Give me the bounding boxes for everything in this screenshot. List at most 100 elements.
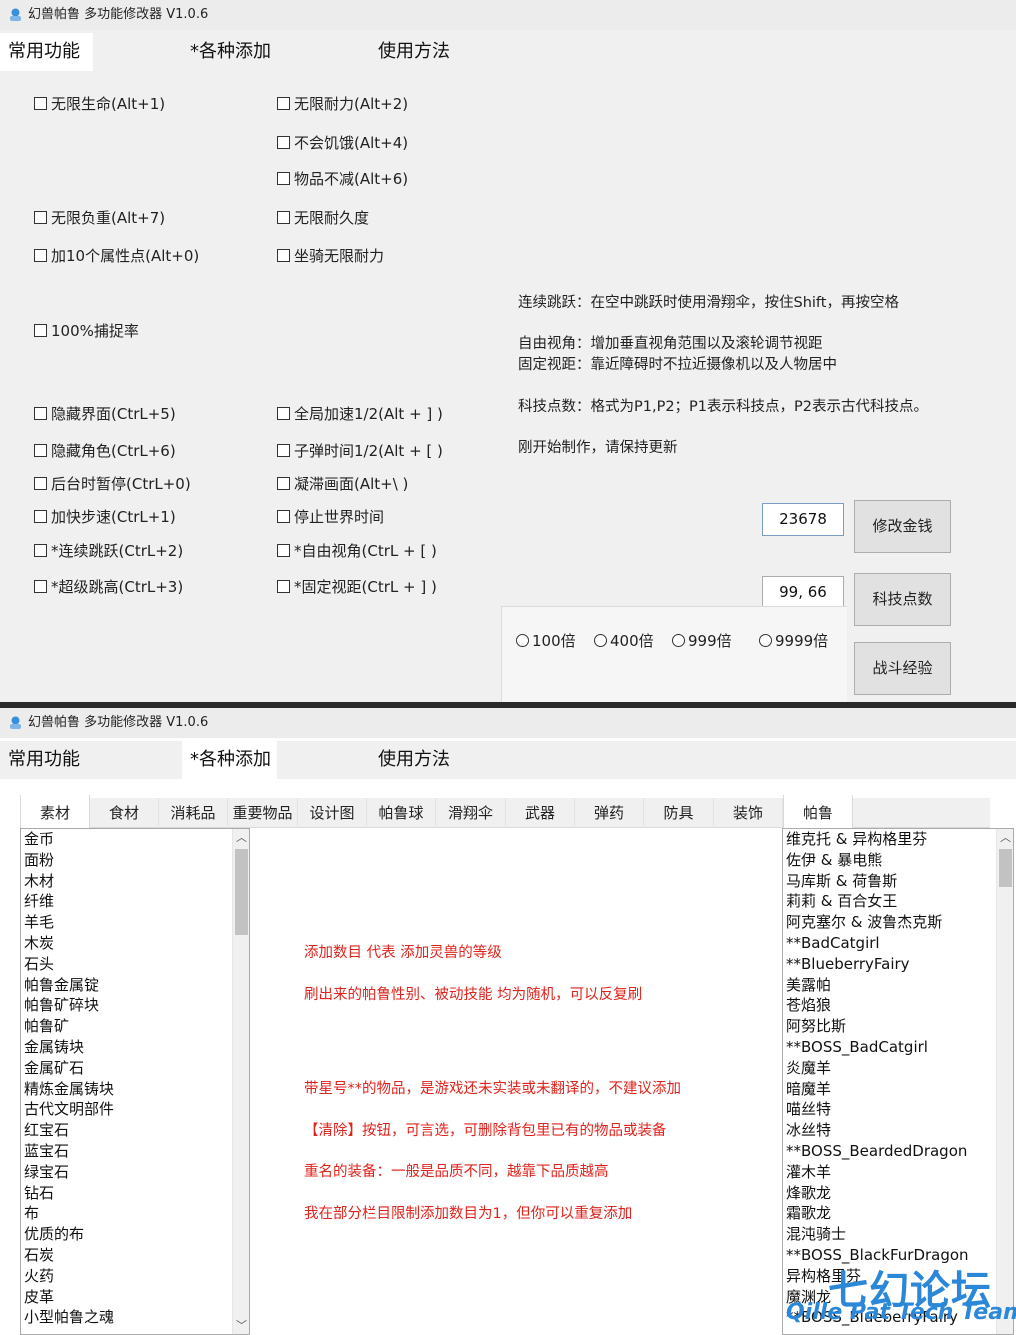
- list-item[interactable]: 皮革: [21, 1287, 249, 1308]
- list-item[interactable]: 羊毛: [21, 912, 249, 933]
- list-item[interactable]: 帕鲁矿: [21, 1016, 249, 1037]
- list-item[interactable]: 石头: [21, 954, 249, 975]
- items-no-decrease-checkbox[interactable]: 物品不减(Alt+6): [277, 170, 408, 188]
- subtab-armor[interactable]: 防具: [644, 798, 714, 828]
- capture-rate-checkbox[interactable]: 100%捕捉率: [34, 322, 139, 340]
- tech-points-button[interactable]: 科技点数: [854, 573, 951, 626]
- list-item[interactable]: **BlueberryFairy: [783, 954, 1013, 975]
- scroll-up-icon[interactable]: ︿: [233, 829, 249, 846]
- list-item[interactable]: 钻石: [21, 1183, 249, 1204]
- subtab-pals[interactable]: 帕鲁: [783, 795, 853, 829]
- tab-various-add[interactable]: *各种添加: [182, 741, 277, 779]
- battle-exp-button[interactable]: 战斗经验: [854, 642, 951, 695]
- add-attr-points-checkbox[interactable]: 加10个属性点(Alt+0): [34, 247, 199, 265]
- scroll-down-icon[interactable]: ﹀: [233, 1317, 249, 1334]
- list-item[interactable]: 布: [21, 1203, 249, 1224]
- multiplier-400-radio[interactable]: 400倍: [594, 632, 654, 650]
- bullet-time-checkbox[interactable]: 子弹时间1/2(Alt + [ ): [277, 442, 443, 460]
- list-item[interactable]: 苍焰狼: [783, 995, 1013, 1016]
- list-item[interactable]: 冰丝特: [783, 1120, 1013, 1141]
- multiplier-999-radio[interactable]: 999倍: [672, 632, 732, 650]
- multiplier-100-radio[interactable]: 100倍: [516, 632, 576, 650]
- infinite-weight-checkbox[interactable]: 无限负重(Alt+7): [34, 209, 165, 227]
- tab-usage[interactable]: 使用方法: [370, 33, 460, 71]
- scroll-thumb[interactable]: [999, 849, 1012, 887]
- list-item[interactable]: 纤维: [21, 891, 249, 912]
- list-item[interactable]: 石炭: [21, 1245, 249, 1266]
- subtab-key-items[interactable]: 重要物品: [228, 798, 298, 828]
- multiplier-9999-radio[interactable]: 9999倍: [759, 632, 828, 650]
- list-item[interactable]: 帕鲁矿碎块: [21, 995, 249, 1016]
- mount-stamina-checkbox[interactable]: 坐骑无限耐力: [277, 247, 384, 265]
- list-item[interactable]: 优质的布: [21, 1224, 249, 1245]
- list-item[interactable]: 维克托 & 异构格里芬: [783, 829, 1013, 850]
- stop-world-time-checkbox[interactable]: 停止世界时间: [277, 508, 384, 526]
- super-jump-checkbox[interactable]: *超级跳高(CtrL+3): [34, 578, 183, 596]
- subtab-materials[interactable]: 素材: [20, 795, 90, 829]
- list-item[interactable]: 炎魔羊: [783, 1058, 1013, 1079]
- global-speed-checkbox[interactable]: 全局加速1/2(Alt + ] ): [277, 405, 443, 423]
- tab-various-add[interactable]: *各种添加: [182, 33, 277, 71]
- list-item[interactable]: 混沌骑士: [783, 1224, 1013, 1245]
- list-item[interactable]: 古代文明部件: [21, 1099, 249, 1120]
- list-item[interactable]: 烽歌龙: [783, 1183, 1013, 1204]
- exp-multiplier-group: 100倍 400倍 999倍 9999倍: [501, 606, 847, 702]
- subtab-ammo[interactable]: 弹药: [575, 798, 644, 828]
- list-item[interactable]: 木材: [21, 871, 249, 892]
- list-item[interactable]: 金属铸块: [21, 1037, 249, 1058]
- list-item[interactable]: 喵丝特: [783, 1099, 1013, 1120]
- list-item[interactable]: 金币: [21, 829, 249, 850]
- fast-steps-checkbox[interactable]: 加快步速(CtrL+1): [34, 508, 176, 526]
- list-item[interactable]: **BOSS_BeardedDragon: [783, 1141, 1013, 1162]
- scroll-up-icon[interactable]: ︿: [997, 829, 1013, 846]
- materials-listbox[interactable]: 金币 面粉 木材 纤维 羊毛 木炭 石头 帕鲁金属锭 帕鲁矿碎块 帕鲁矿 金属铸块 金属矿石 精炼金属铸…: [20, 828, 250, 1335]
- subtab-weapons[interactable]: 武器: [506, 798, 575, 828]
- list-item[interactable]: 蓝宝石: [21, 1141, 249, 1162]
- list-item[interactable]: 面粉: [21, 850, 249, 871]
- infinite-health-checkbox[interactable]: 无限生命(Alt+1): [34, 95, 165, 113]
- materials-scrollbar[interactable]: ︿ ﹀: [232, 829, 249, 1334]
- hide-character-checkbox[interactable]: 隐藏角色(CtrL+6): [34, 442, 176, 460]
- no-hunger-checkbox[interactable]: 不会饥饿(Alt+4): [277, 134, 408, 152]
- scroll-thumb[interactable]: [235, 849, 248, 935]
- list-item[interactable]: **BadCatgirl: [783, 933, 1013, 954]
- subtab-food[interactable]: 食材: [90, 798, 159, 828]
- list-item[interactable]: 火药: [21, 1266, 249, 1287]
- list-item[interactable]: 马库斯 & 荷鲁斯: [783, 871, 1013, 892]
- continuous-jump-checkbox[interactable]: *连续跳跃(CtrL+2): [34, 542, 183, 560]
- list-item[interactable]: 灌木羊: [783, 1162, 1013, 1183]
- tab-common-functions[interactable]: 常用功能: [0, 741, 93, 779]
- background-pause-checkbox[interactable]: 后台时暂停(CtrL+0): [34, 475, 191, 493]
- list-item[interactable]: 小型帕鲁之魂: [21, 1307, 249, 1328]
- subtab-consumables[interactable]: 消耗品: [159, 798, 228, 828]
- list-item[interactable]: 阿努比斯: [783, 1016, 1013, 1037]
- list-item[interactable]: 精炼金属铸块: [21, 1079, 249, 1100]
- subtab-pal-spheres[interactable]: 帕鲁球: [367, 798, 436, 828]
- list-item[interactable]: 木炭: [21, 933, 249, 954]
- hide-ui-checkbox[interactable]: 隐藏界面(CtrL+5): [34, 405, 176, 423]
- list-item[interactable]: 莉莉 & 百合女王: [783, 891, 1013, 912]
- subtab-gliders[interactable]: 滑翔伞: [436, 798, 506, 828]
- subtab-blueprints[interactable]: 设计图: [298, 798, 367, 828]
- list-item[interactable]: 美露帕: [783, 975, 1013, 996]
- list-item[interactable]: **BOSS_BadCatgirl: [783, 1037, 1013, 1058]
- list-item[interactable]: 帕鲁金属锭: [21, 975, 249, 996]
- list-item[interactable]: 绿宝石: [21, 1162, 249, 1183]
- list-item[interactable]: 红宝石: [21, 1120, 249, 1141]
- tab-usage[interactable]: 使用方法: [370, 741, 460, 779]
- infinite-durability-checkbox[interactable]: 无限耐久度: [277, 209, 369, 227]
- list-item[interactable]: 金属矿石: [21, 1058, 249, 1079]
- modify-money-button[interactable]: 修改金钱: [854, 500, 951, 553]
- free-view-checkbox[interactable]: *自由视角(CtrL + [ ): [277, 542, 437, 560]
- list-item[interactable]: 暗魔羊: [783, 1079, 1013, 1100]
- list-item[interactable]: 佐伊 & 暴电熊: [783, 850, 1013, 871]
- list-item[interactable]: 阿克塞尔 & 波鲁杰克斯: [783, 912, 1013, 933]
- tab-common-functions[interactable]: 常用功能: [0, 33, 93, 71]
- tech-points-input[interactable]: 99, 66: [762, 576, 844, 609]
- infinite-stamina-checkbox[interactable]: 无限耐力(Alt+2): [277, 95, 408, 113]
- fixed-view-checkbox[interactable]: *固定视距(CtrL + ] ): [277, 578, 437, 596]
- money-input[interactable]: 23678: [762, 503, 844, 536]
- freeze-frame-checkbox[interactable]: 凝滞画面(Alt+\ ): [277, 475, 408, 493]
- subtab-accessories[interactable]: 装饰: [714, 798, 783, 828]
- list-item[interactable]: 霜歌龙: [783, 1203, 1013, 1224]
